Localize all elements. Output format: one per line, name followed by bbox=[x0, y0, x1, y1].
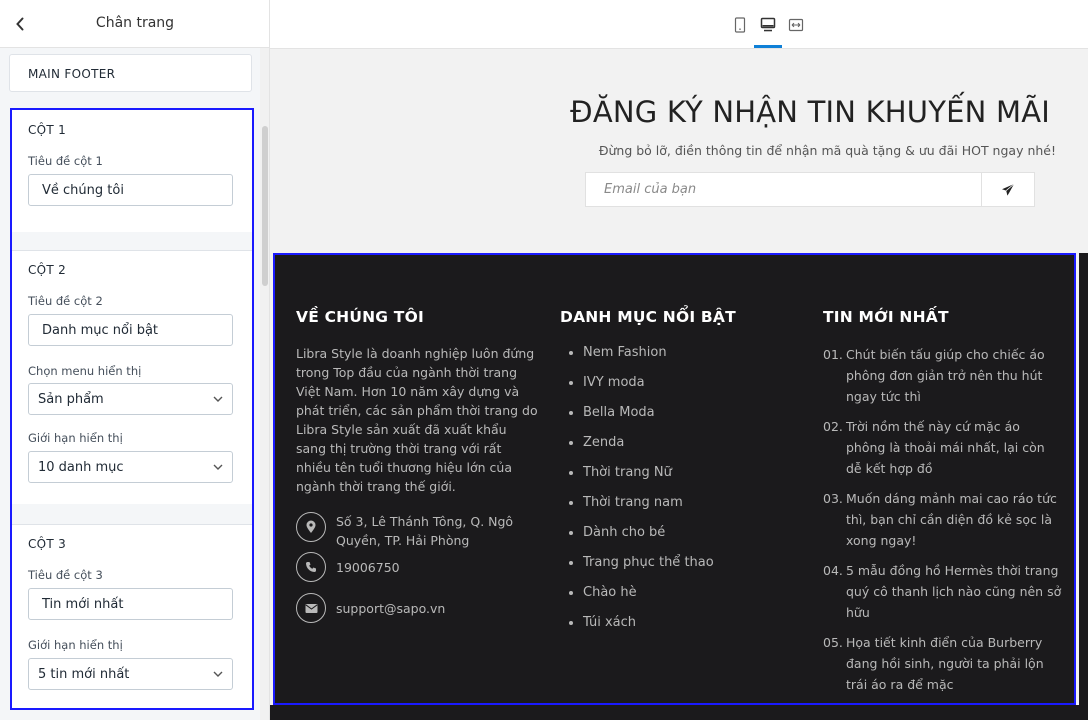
newsletter-subtitle: Đừng bỏ lỡ, điền thông tin để nhận mã qu… bbox=[598, 143, 1056, 158]
column-3-title-label: Tiêu đề cột 3 bbox=[28, 568, 103, 582]
categories-heading: DANH MỤC NỔI BẬT bbox=[560, 308, 736, 326]
footer-bottom-strip bbox=[270, 705, 1088, 720]
footer-edge bbox=[1079, 253, 1088, 720]
column-2-menu-label: Chọn menu hiển thị bbox=[28, 364, 142, 378]
main-footer-section[interactable]: MAIN FOOTER bbox=[9, 54, 252, 92]
chevron-down-icon bbox=[213, 396, 223, 402]
mobile-icon bbox=[734, 17, 746, 33]
column-2-limit-value: 10 danh mục bbox=[38, 460, 124, 475]
news-number: 03. bbox=[823, 491, 843, 506]
column-2-title-label: Tiêu đề cột 2 bbox=[28, 294, 103, 308]
fullwidth-view-button[interactable] bbox=[787, 16, 805, 34]
column-3-limit-label: Giới hạn hiển thị bbox=[28, 638, 123, 652]
news-item[interactable]: 03. Muốn dáng mảnh mai cao ráo tức thì, b… bbox=[823, 488, 1063, 551]
column-2-limit-select[interactable]: 10 danh mục bbox=[28, 451, 233, 483]
panel-scrollbar-thumb[interactable] bbox=[262, 126, 268, 286]
news-title: 5 mẫu đồng hồ Hermès thời trang quý cô t… bbox=[846, 563, 1062, 620]
category-item[interactable]: Trang phục thể thao bbox=[561, 553, 761, 583]
column-2-menu-value: Sản phẩm bbox=[38, 392, 104, 407]
phone-text[interactable]: 19006750 bbox=[336, 558, 526, 577]
category-item[interactable]: Nem Fashion bbox=[561, 343, 761, 373]
active-device-indicator bbox=[754, 45, 782, 48]
column-3-section: CỘT 3 Tiêu đề cột 3 Tin mới nhất Giới hạ… bbox=[12, 524, 252, 708]
phone-row: 19006750 bbox=[296, 552, 546, 584]
category-item[interactable]: IVY moda bbox=[561, 373, 761, 403]
fullwidth-icon bbox=[788, 18, 804, 32]
news-number: 02. bbox=[823, 419, 843, 434]
news-heading: TIN MỚI NHẤT bbox=[823, 308, 949, 326]
column-3-limit-value: 5 tin mới nhất bbox=[38, 667, 130, 682]
preview-area: ĐĂNG KÝ NHẬN TIN KHUYẾN MÃI Đừng bỏ lỡ, … bbox=[270, 0, 1088, 720]
news-title: Trời nồm thế này cứ mặc áo phông là thoả… bbox=[846, 419, 1045, 476]
send-button[interactable] bbox=[981, 173, 1034, 206]
chevron-down-icon bbox=[213, 671, 223, 677]
news-list: 01. Chút biến tấu giúp cho chiếc áo phông… bbox=[823, 344, 1063, 703]
about-text: Libra Style là doanh nghiệp luôn đứng tr… bbox=[296, 346, 538, 494]
address-row: Số 3, Lê Thánh Tông, Q. Ngô Quyền, TP. H… bbox=[296, 512, 546, 552]
main-footer-preview[interactable]: VỀ CHÚNG TÔI Libra Style là doanh nghiệp… bbox=[273, 253, 1076, 705]
news-item[interactable]: 05. Họa tiết kinh điển của Burberry đang … bbox=[823, 632, 1063, 695]
newsletter-title: ĐĂNG KÝ NHẬN TIN KHUYẾN MÃI bbox=[570, 95, 1050, 129]
column-2-limit-label: Giới hạn hiển thị bbox=[28, 431, 123, 445]
news-number: 01. bbox=[823, 347, 843, 362]
column-2-section: CỘT 2 Tiêu đề cột 2 Danh mục nổi bật Chọ… bbox=[12, 250, 252, 504]
column-1-title-label: Tiêu đề cột 1 bbox=[28, 154, 103, 168]
column-1-title: CỘT 1 bbox=[28, 123, 67, 137]
map-marker-icon bbox=[296, 512, 326, 542]
category-item[interactable]: Thời trang Nữ bbox=[561, 463, 761, 493]
column-3-title-input[interactable]: Tin mới nhất bbox=[28, 588, 233, 620]
newsletter-form bbox=[585, 172, 1035, 207]
category-item[interactable]: Zenda bbox=[561, 433, 761, 463]
column-2-title-input[interactable]: Danh mục nổi bật bbox=[28, 314, 233, 346]
column-3-limit-select[interactable]: 5 tin mới nhất bbox=[28, 658, 233, 690]
envelope-icon bbox=[296, 593, 326, 623]
columns-settings-group: CỘT 1 Tiêu đề cột 1 Về chúng tôi CỘT 2 T… bbox=[10, 108, 254, 710]
email-row: support@sapo.vn bbox=[296, 593, 546, 625]
column-3-title: CỘT 3 bbox=[28, 537, 67, 551]
news-title: Họa tiết kinh điển của Burberry đang hồi… bbox=[846, 635, 1044, 692]
news-item[interactable]: 04. 5 mẫu đồng hồ Hermès thời trang quý c… bbox=[823, 560, 1063, 623]
category-item[interactable]: Dành cho bé bbox=[561, 523, 761, 553]
settings-panel: Chân trang MAIN FOOTER CỘT 1 Tiêu đề cột… bbox=[0, 0, 270, 720]
about-heading: VỀ CHÚNG TÔI bbox=[296, 308, 424, 326]
email-input[interactable] bbox=[586, 173, 981, 206]
column-1-title-input[interactable]: Về chúng tôi bbox=[28, 174, 233, 206]
column-2-title: CỘT 2 bbox=[28, 263, 67, 277]
news-title: Chút biến tấu giúp cho chiếc áo phông đơ… bbox=[846, 347, 1045, 404]
address-text: Số 3, Lê Thánh Tông, Q. Ngô Quyền, TP. H… bbox=[336, 514, 514, 548]
panel-header: Chân trang bbox=[0, 0, 269, 48]
news-number: 04. bbox=[823, 563, 843, 578]
device-toolbar bbox=[270, 0, 1088, 49]
desktop-view-button[interactable] bbox=[759, 16, 777, 34]
mobile-view-button[interactable] bbox=[731, 16, 749, 34]
categories-list: Nem Fashion IVY moda Bella Moda Zenda Th… bbox=[561, 343, 761, 643]
category-item[interactable]: Bella Moda bbox=[561, 403, 761, 433]
category-item[interactable]: Thời trang nam bbox=[561, 493, 761, 523]
column-1-section: CỘT 1 Tiêu đề cột 1 Về chúng tôi bbox=[12, 110, 252, 232]
panel-title: Chân trang bbox=[95, 15, 175, 31]
news-item[interactable]: 01. Chút biến tấu giúp cho chiếc áo phông… bbox=[823, 344, 1063, 407]
paper-plane-icon bbox=[1002, 183, 1015, 196]
desktop-icon bbox=[760, 17, 776, 32]
category-item[interactable]: Chào hè bbox=[561, 583, 761, 613]
phone-icon bbox=[296, 552, 326, 582]
news-item[interactable]: 02. Trời nồm thế này cứ mặc áo phông là t… bbox=[823, 416, 1063, 479]
news-title: Muốn dáng mảnh mai cao ráo tức thì, bạn … bbox=[846, 491, 1057, 548]
news-number: 05. bbox=[823, 635, 843, 650]
chevron-down-icon bbox=[213, 464, 223, 470]
email-text[interactable]: support@sapo.vn bbox=[336, 599, 526, 618]
column-2-menu-select[interactable]: Sản phẩm bbox=[28, 383, 233, 415]
main-footer-label: MAIN FOOTER bbox=[28, 67, 116, 81]
category-item[interactable]: Túi xách bbox=[561, 613, 761, 643]
